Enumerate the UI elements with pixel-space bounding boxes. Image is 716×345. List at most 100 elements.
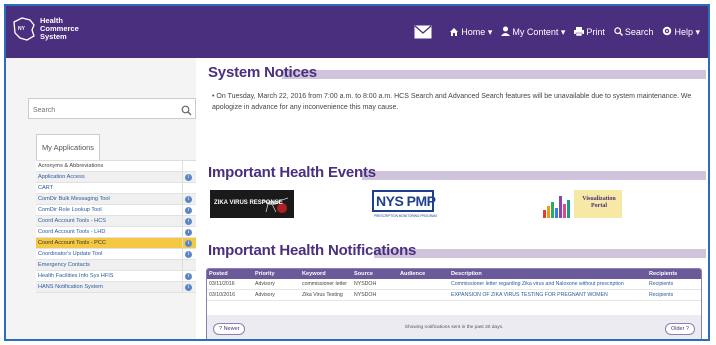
app-item[interactable]: ComDir Role Lookup Tool i <box>36 205 196 216</box>
recipients-link[interactable]: Recipients <box>649 279 699 289</box>
app-item[interactable]: Health Facilities Info Sys HFIS i <box>36 271 196 282</box>
column-header[interactable]: Source <box>354 269 400 279</box>
zika-logo-label: ZIKA VIRUS RESPONSE <box>214 200 283 206</box>
divider <box>182 260 183 271</box>
divider <box>182 183 183 194</box>
nav-home[interactable]: Home ▾ <box>449 27 492 38</box>
app-item[interactable]: HANS Notification System i <box>36 282 196 293</box>
notification-link[interactable]: EXPANSION OF ZIKA VIRUS TESTING FOR PREG… <box>451 290 649 300</box>
table-footnote: Showing notifications sent in the past 3… <box>404 325 504 330</box>
logo-line-3: System <box>40 32 67 41</box>
divider <box>182 194 183 205</box>
app-item-selected[interactable]: Coord Account Tools - PCC i <box>36 238 196 249</box>
svg-text:NY: NY <box>18 26 26 32</box>
app-item-label: ComDir Bulk Messaging Tool <box>38 196 110 202</box>
table-row: 03/11/2016 Advisory commissioner letter … <box>207 279 701 290</box>
column-header[interactable]: Recipients <box>649 269 699 279</box>
applications-list: Acronyms & Abbreviations Application Acc… <box>36 160 196 293</box>
column-header[interactable]: Priority <box>255 269 302 279</box>
info-icon[interactable]: i <box>185 218 192 225</box>
search-input[interactable] <box>29 101 169 120</box>
app-item[interactable]: ComDir Bulk Messaging Tool i <box>36 194 196 205</box>
app-item-label: Health Facilities Info Sys HFIS <box>38 273 114 279</box>
column-header[interactable]: Audience <box>400 269 451 279</box>
column-header[interactable]: Posted <box>207 269 255 279</box>
app-item-label: Coord Account Tools - HCS <box>38 218 106 224</box>
nav-print-label: Print <box>586 27 605 37</box>
nav-search[interactable]: Search <box>614 26 654 38</box>
nav-help-label: Help <box>674 27 693 37</box>
search-icon <box>614 26 623 38</box>
section-underline <box>374 249 706 258</box>
system-notice: • On Tuesday, March 22, 2016 from 7:00 a… <box>212 91 706 113</box>
table-cell: Advisory <box>255 292 275 298</box>
column-header[interactable]: Description <box>451 269 649 279</box>
info-icon[interactable]: i <box>185 240 192 247</box>
app-item[interactable]: Emergency Contacts <box>36 260 196 271</box>
divider <box>182 216 183 227</box>
app-item-label: Coord Account Tools - PCC <box>38 240 106 246</box>
bar-chart-icon <box>543 196 570 218</box>
divider <box>182 238 183 249</box>
app-item-label: Coordinator's Update Tool <box>38 251 103 257</box>
nav-my-content-label: My Content <box>512 27 559 37</box>
info-icon[interactable]: i <box>185 174 192 181</box>
app-item[interactable]: Coord Account Tools - HCS i <box>36 216 196 227</box>
info-icon[interactable]: i <box>185 284 192 291</box>
notice-text: On Tuesday, March 22, 2016 from 7:00 a.m… <box>212 93 692 111</box>
hcs-logo[interactable]: NY Health Commerce System <box>12 16 79 42</box>
info-icon[interactable]: i <box>185 251 192 258</box>
nav-search-label: Search <box>624 27 654 37</box>
header-nav: Home ▾ My Content ▾ Print Search Help ▾ <box>414 25 700 39</box>
app-item[interactable]: Acronyms & Abbreviations <box>36 161 196 172</box>
app-item-label: Coord Account Tools - LHD <box>38 229 106 235</box>
divider <box>182 205 183 216</box>
divider <box>182 249 183 260</box>
table-cell: 03/10/2016 <box>209 292 235 298</box>
nys-pmp-logo[interactable]: NYS PMP PRESCRIPTION MONITORING PROGRAM <box>372 188 442 220</box>
table-cell: commissioner letter <box>302 281 347 287</box>
section-underline <box>362 171 706 180</box>
visualization-portal-logo[interactable]: Visualization Portal <box>542 188 626 220</box>
nav-help[interactable]: Help ▾ <box>662 26 700 38</box>
app-item[interactable]: CART <box>36 183 196 194</box>
browser-frame: NY Health Commerce System Home ▾ My Cont… <box>4 4 710 341</box>
table-cell: NYSDOH <box>354 281 377 287</box>
info-icon[interactable]: i <box>185 229 192 236</box>
search-icon[interactable] <box>181 103 192 116</box>
column-header[interactable]: Keyword <box>302 269 354 279</box>
nav-my-content[interactable]: My Content ▾ <box>501 26 565 38</box>
divider <box>182 271 183 282</box>
table-cell <box>400 290 451 300</box>
user-icon <box>501 26 511 38</box>
chevron-down-icon: ▾ <box>558 26 566 37</box>
chevron-down-icon: ▾ <box>485 26 493 37</box>
info-icon[interactable]: i <box>185 273 192 280</box>
divider <box>182 161 183 172</box>
info-icon[interactable]: i <box>185 196 192 203</box>
top-navigation-bar: NY Health Commerce System Home ▾ My Cont… <box>6 6 708 58</box>
sidebar: My Applications Acronyms & Abbreviations… <box>6 58 196 339</box>
info-icon[interactable]: i <box>185 207 192 214</box>
table-footer: ? Newer Showing notifications sent in th… <box>207 315 701 339</box>
nav-home-label: Home <box>461 27 486 37</box>
nav-print[interactable]: Print <box>574 26 605 38</box>
zika-virus-response-logo[interactable]: ZIKA VIRUS RESPONSE <box>210 190 294 218</box>
table-header: Posted Priority Keyword Source Audience … <box>207 269 701 279</box>
app-item[interactable]: Coord Account Tools - LHD i <box>36 227 196 238</box>
older-button[interactable]: Older ? <box>664 323 695 335</box>
health-events-title: Important Health Events <box>208 164 376 181</box>
tab-my-applications[interactable]: My Applications <box>36 134 100 160</box>
app-item[interactable]: Application Access i <box>36 172 196 183</box>
mail-icon[interactable] <box>414 25 432 39</box>
notification-link[interactable]: Commissioner letter regarding Zika virus… <box>451 279 649 289</box>
app-item-label: Acronyms & Abbreviations <box>38 163 104 169</box>
divider <box>182 227 183 238</box>
system-notices-title: System Notices <box>208 64 317 81</box>
pmp-logo-label: NYS PMP <box>376 193 436 209</box>
pmp-logo-subtitle: PRESCRIPTION MONITORING PROGRAM <box>374 214 437 218</box>
app-item[interactable]: Coordinator's Update Tool i <box>36 249 196 260</box>
recipients-link[interactable]: Recipients <box>649 290 699 300</box>
ny-state-logo-icon: NY <box>12 16 36 42</box>
app-item-label: Application Access <box>38 174 85 180</box>
